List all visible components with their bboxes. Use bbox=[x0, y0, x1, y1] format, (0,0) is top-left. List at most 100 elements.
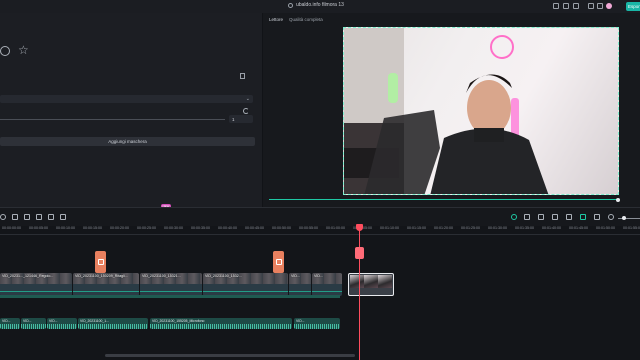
heart-icon[interactable] bbox=[0, 46, 10, 56]
audio-waveform bbox=[294, 324, 340, 329]
avatar[interactable] bbox=[606, 3, 612, 9]
layers-icon[interactable] bbox=[566, 214, 572, 220]
ruler-tick-label: 00:00:50:00 bbox=[272, 226, 291, 230]
clip-label: VID_20231100_1532... bbox=[205, 274, 242, 278]
select-icon[interactable] bbox=[0, 214, 6, 220]
player-panel: Lettore Qualità completa ◁ ▷ ▷ □ bbox=[263, 13, 640, 215]
clip-label: VID_20231100_155205_Microfono bbox=[152, 319, 205, 323]
ai-icon[interactable] bbox=[580, 214, 586, 220]
ruler-tick-label: 00:00:25:00 bbox=[137, 226, 156, 230]
clip-audio-line bbox=[0, 291, 72, 292]
audio-clip[interactable]: VID... bbox=[0, 318, 20, 329]
trash-icon[interactable] bbox=[240, 73, 245, 79]
clip-label: VID... bbox=[23, 319, 32, 323]
video-clip[interactable]: VID... bbox=[312, 273, 342, 296]
clip-label: VID_20231100_1... bbox=[80, 319, 109, 323]
ruler-tick-label: 00:00:10:00 bbox=[56, 226, 75, 230]
video-clip[interactable]: VID... bbox=[289, 273, 311, 296]
download-icon[interactable] bbox=[588, 3, 594, 9]
ruler-tick-label: 00:00:35:00 bbox=[191, 226, 210, 230]
clip-label: VID... bbox=[291, 274, 300, 278]
ruler-line bbox=[0, 234, 640, 235]
clip-label: VID... bbox=[2, 319, 11, 323]
ruler-tick-label: 00:01:35:00 bbox=[515, 226, 534, 230]
video-clip[interactable]: VID_20231100_150209_Ritagli... bbox=[73, 273, 139, 296]
cloud-icon[interactable] bbox=[573, 3, 579, 9]
video-clip[interactable]: VID_20231..._121446_Regolo... bbox=[0, 273, 72, 296]
ruler-tick-label: 00:01:10:00 bbox=[380, 226, 399, 230]
grid-icon[interactable] bbox=[563, 3, 569, 9]
clip-label: VID... bbox=[49, 319, 58, 323]
transition-icon[interactable] bbox=[60, 214, 66, 220]
playback-progress[interactable] bbox=[269, 197, 620, 202]
timeline[interactable]: 00:00:00:00 00:00:05:00 00:00:10:00 00:00:1… bbox=[0, 226, 640, 360]
chevron-down-icon: ⌄ bbox=[245, 96, 250, 102]
split-icon[interactable] bbox=[12, 214, 18, 220]
timeline-toolbar bbox=[0, 207, 640, 226]
export-button[interactable]: Esporta bbox=[626, 2, 640, 11]
value-slider[interactable] bbox=[0, 119, 225, 120]
audio-clip[interactable]: VID_20231100_1... bbox=[78, 318, 148, 329]
horizontal-scrollbar[interactable] bbox=[105, 354, 355, 357]
ruler-tick-label: 00:01:25:00 bbox=[461, 226, 480, 230]
video-frame bbox=[344, 28, 549, 194]
text-icon[interactable] bbox=[48, 214, 54, 220]
clip-audio-line bbox=[203, 291, 288, 292]
star-icon[interactable]: ☆ bbox=[18, 44, 29, 56]
clip-audio-line bbox=[289, 291, 311, 292]
playhead-handle[interactable] bbox=[356, 224, 363, 231]
ruler-tick-label: 00:01:15:00 bbox=[407, 226, 426, 230]
clip-label: VID... bbox=[296, 319, 305, 323]
ruler-tick-label: 00:01:00:00 bbox=[326, 226, 345, 230]
dropdown-field[interactable]: ⌄ bbox=[0, 95, 253, 103]
ruler-tick-label: 00:00:05:00 bbox=[29, 226, 48, 230]
clip-label: VID_20231100_15321... bbox=[142, 274, 181, 278]
marker-icon[interactable] bbox=[524, 214, 530, 220]
ruler-tick-label: 00:01:50:00 bbox=[596, 226, 615, 230]
value-input[interactable]: 1 bbox=[229, 115, 253, 123]
title-bar: ubaldo.info filmora 13 Esporta bbox=[0, 0, 640, 13]
progress-knob[interactable] bbox=[615, 197, 620, 202]
tag-icon[interactable] bbox=[597, 3, 603, 9]
ruler-tick-label: 00:00:40:00 bbox=[218, 226, 237, 230]
video-clip[interactable]: VID_20231100_1532... bbox=[203, 273, 288, 296]
mic-icon[interactable] bbox=[552, 214, 558, 220]
zoom-knob[interactable] bbox=[622, 216, 626, 220]
delete-icon[interactable] bbox=[24, 214, 30, 220]
audio-clip[interactable]: VID... bbox=[47, 318, 77, 329]
audio-clip[interactable]: VID... bbox=[294, 318, 340, 329]
app-title: ubaldo.info filmora 13 bbox=[296, 2, 344, 8]
audio-waveform bbox=[21, 324, 46, 329]
info-icon[interactable] bbox=[288, 3, 293, 8]
reset-icon[interactable] bbox=[243, 108, 249, 114]
marker-clip[interactable] bbox=[95, 251, 106, 273]
progress-fill bbox=[269, 199, 618, 200]
audio-level-band bbox=[0, 295, 340, 298]
marker-clip[interactable] bbox=[273, 251, 284, 273]
clip-thumbnail bbox=[350, 275, 364, 288]
add-mask-button[interactable]: Aggiungi maschera bbox=[0, 137, 255, 146]
crop-icon[interactable] bbox=[36, 214, 42, 220]
audio-waveform bbox=[78, 324, 148, 329]
image-icon[interactable] bbox=[594, 214, 600, 220]
tab-player[interactable]: Lettore bbox=[269, 17, 283, 22]
audio-waveform bbox=[47, 324, 77, 329]
monitor-icon[interactable] bbox=[553, 3, 559, 9]
audio-clip[interactable]: VID_20231100_155205_Microfono bbox=[150, 318, 292, 329]
video-clip[interactable]: VID_20231100_15321... bbox=[140, 273, 202, 296]
clip-audio-line bbox=[140, 291, 202, 292]
quality-select[interactable]: Qualità completa bbox=[289, 17, 323, 22]
playhead-grab[interactable] bbox=[355, 247, 364, 259]
ruler-tick-label: 00:00:00:00 bbox=[2, 226, 21, 230]
zoom-out-icon[interactable] bbox=[608, 214, 614, 220]
ruler-tick-label: 00:00:30:00 bbox=[164, 226, 183, 230]
audio-clip[interactable]: VID... bbox=[21, 318, 46, 329]
audio-waveform bbox=[150, 324, 292, 329]
ruler-tick-label: 00:01:30:00 bbox=[488, 226, 507, 230]
video-preview[interactable] bbox=[343, 27, 619, 195]
shield-icon[interactable] bbox=[538, 214, 544, 220]
snap-icon[interactable] bbox=[511, 214, 517, 220]
ruler-tick-label: 00:00:55:00 bbox=[299, 226, 318, 230]
ruler-tick-label: 00:01:45:00 bbox=[569, 226, 588, 230]
selected-clip[interactable] bbox=[348, 273, 394, 296]
